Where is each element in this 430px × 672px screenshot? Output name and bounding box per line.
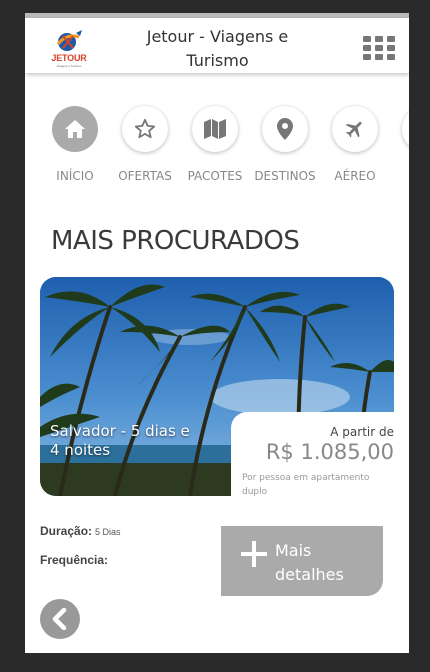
category-ofertas[interactable]: OFERTAS bbox=[110, 106, 180, 183]
home-icon bbox=[52, 106, 98, 152]
app-screen: JETOUR Viagens e Turismo Jetour - Viagen… bbox=[25, 13, 409, 653]
grid-menu-icon[interactable] bbox=[363, 36, 395, 60]
chevron-left-icon bbox=[52, 608, 67, 630]
airplane-icon bbox=[332, 106, 378, 152]
price-value: R$ 1.085,00 bbox=[265, 440, 394, 464]
frequency-row: Frequência: bbox=[40, 553, 111, 567]
category-label: INÍCIO bbox=[56, 169, 94, 183]
category-pacotes[interactable]: PACOTES bbox=[180, 106, 250, 183]
category-hoteis[interactable]: H bbox=[390, 106, 409, 183]
category-inicio[interactable]: INÍCIO bbox=[40, 106, 110, 183]
duration-value: 5 Dias bbox=[95, 527, 121, 537]
app-title: Jetour - Viagens e Turismo bbox=[146, 27, 289, 70]
hotel-icon bbox=[402, 106, 409, 152]
package-title: Salvador - 5 dias e 4 noites bbox=[50, 422, 190, 459]
category-label: AÉREO bbox=[334, 169, 376, 183]
section-title: MAIS PROCURADOS bbox=[51, 226, 300, 256]
more-details-button[interactable]: Mais detalhes bbox=[221, 526, 383, 596]
logo-text: JETOUR bbox=[51, 53, 87, 63]
star-icon bbox=[122, 106, 168, 152]
price-from-label: A partir de bbox=[330, 425, 394, 439]
logo-subtext: Viagens e Turismo bbox=[56, 64, 82, 68]
category-destinos[interactable]: DESTINOS bbox=[250, 106, 320, 183]
price-box: A partir de R$ 1.085,00 Por pessoa em ap… bbox=[231, 412, 409, 504]
more-details-label: Mais detalhes bbox=[275, 541, 344, 584]
category-aereo[interactable]: AÉREO bbox=[320, 106, 390, 183]
duration-row: Duração: 5 Dias bbox=[40, 524, 121, 538]
back-button[interactable] bbox=[40, 599, 80, 639]
plus-icon bbox=[241, 541, 267, 567]
map-icon bbox=[192, 106, 238, 152]
category-label: PACOTES bbox=[187, 169, 243, 183]
jetour-logo[interactable]: JETOUR Viagens e Turismo bbox=[49, 27, 89, 68]
frequency-label: Frequência: bbox=[40, 553, 109, 567]
category-label: DESTINOS bbox=[254, 169, 316, 183]
price-note: Por pessoa em apartamento duplo bbox=[242, 473, 370, 497]
location-pin-icon bbox=[262, 106, 308, 152]
category-label: OFERTAS bbox=[118, 169, 172, 183]
category-label: H bbox=[390, 169, 409, 183]
app-header: JETOUR Viagens e Turismo Jetour - Viagen… bbox=[25, 18, 409, 73]
category-nav: INÍCIO OFERTAS PACOTES DESTINOS AÉREO bbox=[25, 73, 409, 208]
duration-label: Duração: bbox=[40, 524, 93, 538]
